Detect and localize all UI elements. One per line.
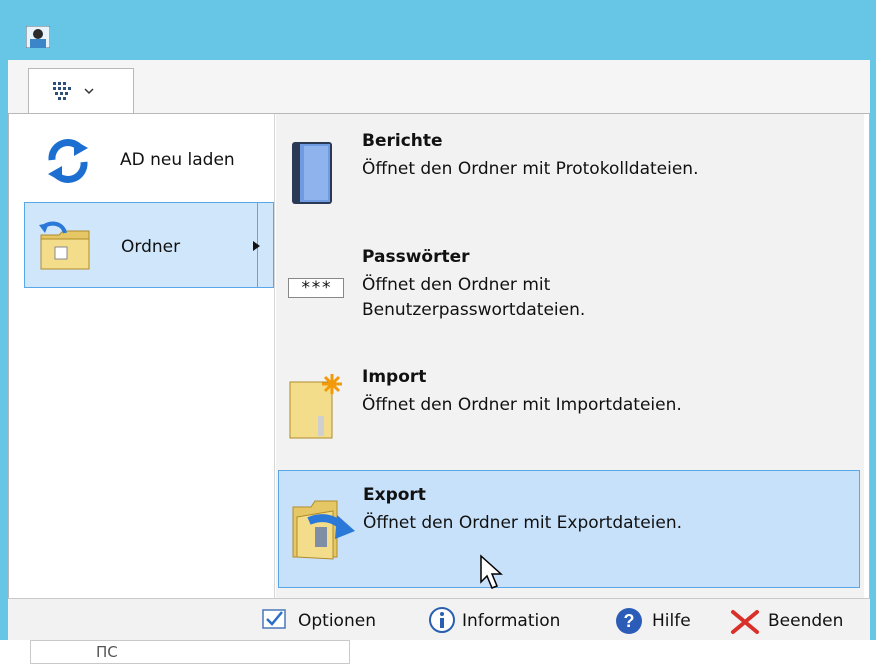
background-text: ПС bbox=[96, 643, 118, 661]
svg-text:?: ? bbox=[624, 611, 635, 631]
submenu-item-reports[interactable]: Berichte Öffnet den Ordner mit Protokoll… bbox=[278, 124, 860, 228]
options-button[interactable]: Optionen bbox=[298, 611, 376, 631]
application-menu-button[interactable] bbox=[28, 68, 134, 114]
submenu-item-title: Export bbox=[363, 485, 426, 505]
title-bar bbox=[0, 0, 876, 60]
submenu-item-title: Berichte bbox=[362, 131, 443, 151]
checkbox-icon bbox=[262, 609, 286, 629]
menu-column-divider bbox=[274, 114, 275, 598]
menu-item-label: AD neu laden bbox=[120, 150, 235, 170]
submenu-item-description: Öffnet den Ordner mit Benutzerpasswortda… bbox=[362, 275, 586, 320]
grid-menu-icon bbox=[53, 82, 94, 100]
info-icon bbox=[429, 607, 455, 633]
toolbar bbox=[8, 60, 870, 115]
close-x-icon bbox=[731, 610, 759, 634]
refresh-arrows-icon bbox=[48, 139, 88, 183]
password-icon: *** bbox=[288, 278, 344, 298]
app-user-icon[interactable] bbox=[26, 26, 50, 48]
menu-item-label: Ordner bbox=[121, 237, 181, 257]
window-border-right bbox=[870, 60, 876, 664]
menu-item-reload-ad[interactable]: AD neu laden bbox=[24, 116, 274, 202]
export-folder-icon bbox=[292, 500, 355, 560]
book-icon bbox=[292, 142, 332, 204]
submenu-item-passwords[interactable]: *** Passwörter Öffnet den Ordner mit Ben… bbox=[278, 240, 860, 344]
information-button[interactable]: Information bbox=[462, 611, 560, 631]
background-panel bbox=[30, 640, 350, 664]
quit-button[interactable]: Beenden bbox=[768, 611, 843, 631]
submenu-item-import[interactable]: Import Öffnet den Ordner mit Importdatei… bbox=[278, 358, 860, 462]
submenu-item-title: Passwörter bbox=[362, 247, 470, 267]
submenu-item-title: Import bbox=[362, 367, 427, 387]
background-window-area: ПС bbox=[0, 640, 876, 664]
submenu-item-description: Öffnet den Ordner mit Protokolldateien. bbox=[362, 159, 699, 179]
chevron-down-icon bbox=[84, 88, 94, 95]
submenu-arrow-icon bbox=[253, 241, 260, 251]
menu-item-folder[interactable]: Ordner bbox=[24, 202, 274, 288]
help-button[interactable]: Hilfe bbox=[652, 611, 691, 631]
folder-icon bbox=[39, 221, 90, 270]
submenu-item-description: Öffnet den Ordner mit Exportdateien. bbox=[363, 513, 683, 533]
submenu-item-export[interactable]: Export Öffnet den Ordner mit Exportdatei… bbox=[278, 470, 860, 588]
help-icon: ? bbox=[616, 608, 642, 634]
window-border-left bbox=[0, 60, 8, 664]
mouse-cursor-icon bbox=[480, 554, 503, 589]
import-file-icon bbox=[289, 374, 342, 439]
submenu-item-description: Öffnet den Ordner mit Importdateien. bbox=[362, 395, 682, 415]
